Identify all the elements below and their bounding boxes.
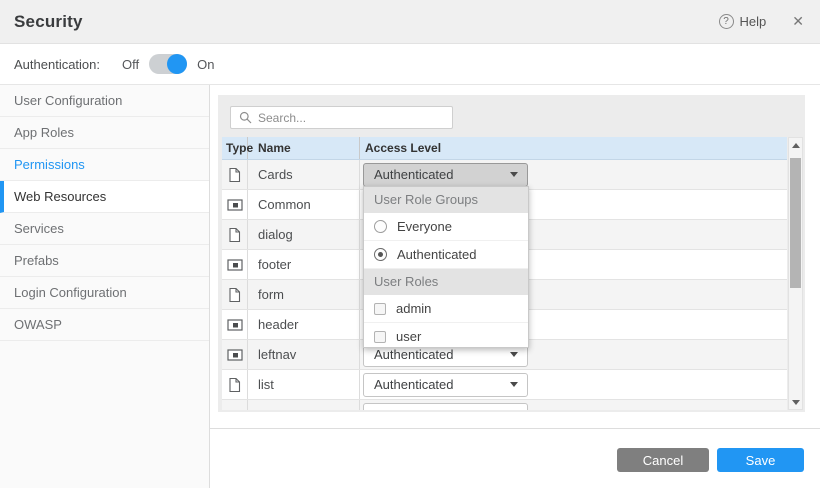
security-dialog: Security ? Help ✕ Authentication: Off On… — [0, 0, 820, 488]
search-input[interactable] — [258, 111, 444, 125]
radio-icon[interactable] — [374, 220, 387, 233]
page-icon — [228, 287, 241, 303]
cancel-button[interactable]: Cancel — [617, 448, 709, 472]
dropdown-option-label: Authenticated — [397, 247, 477, 262]
page-title: Security — [14, 12, 83, 32]
dropdown-option-label: Everyone — [397, 219, 452, 234]
row-name: header — [248, 310, 360, 339]
row-access-cell — [360, 400, 787, 410]
scrollbar-up-arrow-icon[interactable] — [789, 138, 802, 152]
access-level-dropdown[interactable]: Authenticated — [363, 163, 528, 187]
dropdown-option-admin[interactable]: admin — [364, 295, 528, 323]
row-type-cell — [222, 370, 248, 399]
caret-down-icon — [510, 352, 518, 357]
row-name: list — [248, 370, 360, 399]
sidebar-item-login-configuration[interactable]: Login Configuration — [0, 277, 209, 309]
dropdown-option-authenticated[interactable]: Authenticated — [364, 241, 528, 269]
caret-down-icon — [510, 382, 518, 387]
row-type-cell — [222, 190, 248, 219]
sidebar-item-app-roles[interactable]: App Roles — [0, 117, 209, 149]
web-resources-panel: Type Name Access Level Cards Authenticat… — [218, 95, 805, 412]
help-icon: ? — [719, 14, 734, 29]
vertical-scrollbar[interactable] — [788, 137, 803, 410]
access-level-dropdown-panel: User Role Groups Everyone Authenticated … — [363, 186, 529, 348]
partial-icon — [227, 259, 243, 271]
caret-down-icon — [510, 172, 518, 177]
table-header: Type Name Access Level — [222, 137, 787, 160]
checkbox-icon[interactable] — [374, 331, 386, 343]
row-type-cell — [222, 160, 248, 189]
column-header-access-level: Access Level — [360, 137, 787, 159]
access-level-value: Authenticated — [374, 377, 510, 392]
dropdown-option-everyone[interactable]: Everyone — [364, 213, 528, 241]
toggle-knob — [167, 54, 187, 74]
table-row[interactable] — [222, 400, 787, 410]
partial-icon — [227, 349, 243, 361]
row-type-cell — [222, 310, 248, 339]
page-icon — [228, 167, 241, 183]
row-access-cell: Authenticated — [360, 160, 787, 189]
toggle-on-label: On — [197, 57, 214, 72]
footer-divider — [210, 428, 820, 429]
dropdown-option-user[interactable]: user — [364, 323, 528, 348]
title-bar: Security ? Help ✕ — [0, 0, 820, 44]
scrollbar-thumb[interactable] — [790, 158, 801, 288]
access-level-dropdown[interactable]: Authenticated — [363, 373, 528, 397]
help-button[interactable]: ? Help — [719, 14, 767, 29]
row-type-cell — [222, 400, 248, 410]
dropdown-group-header: User Roles — [364, 269, 528, 295]
dropdown-group-header: User Role Groups — [364, 187, 528, 213]
partial-icon — [227, 319, 243, 331]
titlebar-actions: ? Help ✕ — [719, 13, 804, 30]
authentication-bar: Authentication: Off On — [0, 44, 820, 85]
row-type-cell — [222, 250, 248, 279]
access-level-value: Authenticated — [374, 167, 510, 182]
row-name: footer — [248, 250, 360, 279]
row-name — [248, 400, 360, 410]
column-header-name: Name — [248, 137, 360, 159]
row-name: Cards — [248, 160, 360, 189]
row-name: dialog — [248, 220, 360, 249]
checkbox-icon[interactable] — [374, 303, 386, 315]
close-icon[interactable]: ✕ — [792, 13, 804, 30]
authentication-label: Authentication: — [14, 57, 100, 72]
row-access-cell: Authenticated — [360, 370, 787, 399]
sidebar-item-services[interactable]: Services — [0, 213, 209, 245]
page-icon — [228, 377, 241, 393]
search-box — [230, 106, 453, 129]
search-icon — [239, 111, 252, 124]
authentication-toggle[interactable] — [149, 54, 187, 74]
page-icon — [228, 227, 241, 243]
main-content: Type Name Access Level Cards Authenticat… — [210, 85, 820, 488]
row-name: leftnav — [248, 340, 360, 369]
column-header-type: Type — [222, 137, 248, 159]
sidebar: User ConfigurationApp RolesPermissionsWe… — [0, 85, 210, 488]
sidebar-item-web-resources[interactable]: Web Resources — [0, 181, 209, 213]
sidebar-item-owasp[interactable]: OWASP — [0, 309, 209, 341]
sidebar-item-permissions[interactable]: Permissions — [0, 149, 209, 181]
scrollbar-down-arrow-icon[interactable] — [789, 395, 802, 409]
row-type-cell — [222, 220, 248, 249]
help-label: Help — [740, 14, 767, 29]
row-type-cell — [222, 340, 248, 369]
radio-selected-icon[interactable] — [374, 248, 387, 261]
dropdown-option-label: admin — [396, 301, 431, 316]
access-level-value: Authenticated — [374, 347, 510, 362]
row-name: Common — [248, 190, 360, 219]
partial-icon — [227, 199, 243, 211]
dropdown-option-label: user — [396, 329, 421, 344]
access-level-dropdown[interactable] — [363, 403, 528, 411]
row-type-cell — [222, 280, 248, 309]
sidebar-item-user-configuration[interactable]: User Configuration — [0, 85, 209, 117]
save-button[interactable]: Save — [717, 448, 804, 472]
toggle-off-label: Off — [122, 57, 139, 72]
row-name: form — [248, 280, 360, 309]
sidebar-item-prefabs[interactable]: Prefabs — [0, 245, 209, 277]
table-row[interactable]: list Authenticated — [222, 370, 787, 400]
